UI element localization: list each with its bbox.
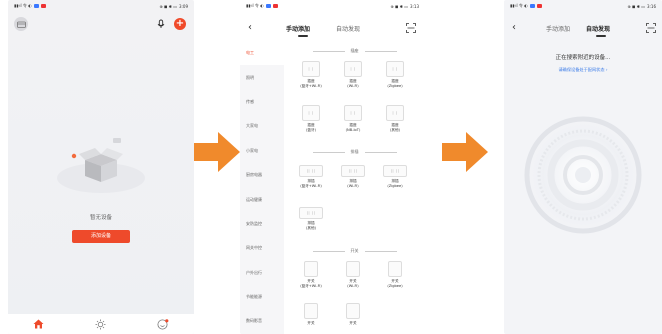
scan-icon[interactable] bbox=[406, 23, 416, 33]
status-time: 3:09 bbox=[179, 3, 188, 9]
status-bar: ▮▮ᐧıl 令 ◐ ⊕ ◼ ✱ ▭ 3:16 bbox=[504, 0, 662, 12]
device-tile[interactable]: 开关 (Wi-Fi) bbox=[333, 261, 373, 288]
mic-icon[interactable] bbox=[156, 19, 166, 29]
section-title-strip: 排插 bbox=[284, 149, 425, 155]
switch-icon bbox=[388, 261, 402, 277]
app-icon bbox=[40, 4, 46, 8]
category-item[interactable]: 传感 bbox=[240, 90, 284, 114]
socket-icon: ⁞ ⁞ bbox=[302, 61, 320, 77]
category-sidebar: 电工 照明 传感 大家电 小家电 厨房电器 运动健康 安防监控 网关中控 户外出… bbox=[240, 41, 284, 334]
pairing-hint-link[interactable]: 请确保设备处于配网状态 › bbox=[504, 67, 662, 73]
device-tile[interactable]: ⁞⁞ ⁞⁞ 排插 (其他) bbox=[291, 207, 331, 230]
tab-indicator bbox=[298, 35, 308, 37]
status-time: 3:16 bbox=[647, 3, 656, 9]
socket-icon: ⁞ ⁞ bbox=[344, 61, 362, 77]
device-grid: 插座 ⁞ ⁞ 插座 (蓝牙+Wi-Fi) ⁞ ⁞ 插座 (Wi-Fi) ⁞ ⁞ 插座 … bbox=[284, 41, 425, 334]
status-icons: ⊕ ◼ ✱ ▭ bbox=[627, 3, 646, 9]
category-item[interactable]: 大家电 bbox=[240, 114, 284, 138]
home-screen: ▮▮ᐧıl 令 ◐ ⊕ ◼ ✱ ▭ 3:09 + 暂无设备 添加设备 bbox=[8, 0, 194, 334]
power-strip-icon: ⁞⁞ ⁞⁞ bbox=[341, 165, 365, 177]
category-item[interactable]: 网关中控 bbox=[240, 236, 284, 260]
category-item[interactable]: 安防监控 bbox=[240, 212, 284, 236]
power-strip-icon: ⁞⁞ ⁞⁞ bbox=[383, 165, 407, 177]
signal-icon: ▮▮ᐧıl 令 ◐ bbox=[14, 3, 32, 8]
device-tile[interactable]: 开关 (蓝牙+Wi-Fi) bbox=[291, 261, 331, 288]
app-icon bbox=[265, 4, 271, 8]
category-item[interactable]: 小家电 bbox=[240, 139, 284, 163]
category-item[interactable]: 运动健康 bbox=[240, 187, 284, 211]
arrow-right-icon bbox=[194, 132, 240, 172]
device-tile[interactable]: ⁞⁞ ⁞⁞ 排插 (Wi-Fi) bbox=[333, 165, 373, 188]
arrow-right-icon bbox=[442, 132, 488, 172]
empty-box-illustration bbox=[57, 138, 145, 193]
tab-indicator bbox=[596, 35, 606, 37]
power-strip-icon: ⁞⁞ ⁞⁞ bbox=[299, 207, 323, 219]
add-device-button[interactable]: 添加设备 bbox=[72, 230, 130, 243]
switch-icon bbox=[346, 303, 360, 319]
switch-icon bbox=[346, 261, 360, 277]
device-tile[interactable]: ⁞ ⁞ 插座 (NB-IoT) bbox=[333, 105, 373, 132]
device-tile[interactable]: 开关 bbox=[291, 303, 331, 326]
tab-auto-discover[interactable]: 自动发现 bbox=[336, 24, 360, 33]
status-icons: ⊕ ◼ ✱ ▭ bbox=[159, 3, 178, 9]
device-tile[interactable]: ⁞ ⁞ 插座 (蓝牙+Wi-Fi) bbox=[291, 61, 331, 88]
signal-icon: ▮▮ᐧıl 令 ◐ bbox=[246, 3, 264, 8]
tab-manual-add[interactable]: 手动添加 bbox=[546, 24, 570, 33]
status-icons: ⊕ ◼ ✱ ▭ bbox=[390, 3, 409, 9]
app-icon bbox=[33, 4, 39, 8]
signal-icon: ▮▮ᐧıl 令 ◐ bbox=[510, 3, 528, 8]
category-item[interactable]: 数码影音 bbox=[240, 309, 284, 333]
device-tile[interactable]: ⁞ ⁞ 插座 (Zigbee) bbox=[375, 61, 415, 88]
status-time: 3:13 bbox=[410, 3, 419, 9]
home-tab-icon[interactable] bbox=[33, 319, 44, 329]
socket-icon: ⁞ ⁞ bbox=[302, 105, 320, 121]
scan-icon[interactable] bbox=[646, 23, 656, 33]
section-title-socket: 插座 bbox=[284, 48, 425, 54]
power-strip-icon: ⁞⁞ ⁞⁞ bbox=[299, 165, 323, 177]
device-tile[interactable]: ⁞ ⁞ 插座 (其他) bbox=[375, 105, 415, 132]
socket-icon: ⁞ ⁞ bbox=[344, 105, 362, 121]
tab-auto-discover[interactable]: 自动发现 bbox=[586, 24, 610, 33]
app-icon bbox=[529, 4, 535, 8]
section-title-switch: 开关 bbox=[284, 248, 425, 254]
switch-icon bbox=[304, 303, 318, 319]
category-item[interactable]: 照明 bbox=[240, 65, 284, 89]
status-bar: ▮▮ᐧıl 令 ◐ ⊕ ◼ ✱ ▭ 3:13 bbox=[240, 0, 425, 12]
device-tile[interactable]: ⁞ ⁞ 插座 (Wi-Fi) bbox=[333, 61, 373, 88]
back-icon[interactable]: ‹ bbox=[512, 22, 516, 33]
socket-icon: ⁞ ⁞ bbox=[386, 61, 404, 77]
back-icon[interactable]: ‹ bbox=[248, 22, 252, 33]
category-item[interactable]: 厨房电器 bbox=[240, 163, 284, 187]
add-device-plus-button[interactable]: + bbox=[174, 18, 186, 30]
app-icon bbox=[272, 4, 278, 8]
status-bar: ▮▮ᐧıl 令 ◐ ⊕ ◼ ✱ ▭ 3:09 bbox=[8, 0, 194, 12]
profile-tab-icon[interactable] bbox=[157, 318, 169, 330]
socket-icon: ⁞ ⁞ bbox=[386, 105, 404, 121]
category-item[interactable]: 户外出行 bbox=[240, 261, 284, 285]
bottom-tab-bar bbox=[8, 314, 194, 334]
device-tile[interactable]: 开关 bbox=[333, 303, 373, 326]
device-tile[interactable]: ⁞⁞ ⁞⁞ 排插 (Zigbee) bbox=[375, 165, 415, 188]
device-tile[interactable]: 开关 (Zigbee) bbox=[375, 261, 415, 288]
radar-scan-icon bbox=[517, 109, 649, 241]
tab-manual-add[interactable]: 手动添加 bbox=[286, 24, 310, 33]
switch-icon bbox=[304, 261, 318, 277]
category-item[interactable]: 节能能源 bbox=[240, 285, 284, 309]
empty-state-text: 暂无设备 bbox=[89, 215, 112, 221]
searching-text: 正在搜索附近的设备... bbox=[555, 55, 611, 61]
manual-add-screen: ▮▮ᐧıl 令 ◐ ⊕ ◼ ✱ ▭ 3:13 ‹ 手动添加 自动发现 电工 照明 … bbox=[240, 0, 425, 334]
device-tile[interactable]: ⁞⁞ ⁞⁞ 排插 (蓝牙+Wi-Fi) bbox=[291, 165, 331, 188]
auto-discover-screen: ▮▮ᐧıl 令 ◐ ⊕ ◼ ✱ ▭ 3:16 ‹ 手动添加 自动发现 正在搜索附近… bbox=[504, 0, 662, 334]
category-item[interactable]: 电工 bbox=[240, 41, 284, 66]
scene-tab-icon[interactable] bbox=[95, 319, 106, 330]
home-avatar-icon[interactable] bbox=[14, 17, 28, 31]
device-tile[interactable]: ⁞ ⁞ 插座 (蓝牙) bbox=[291, 105, 331, 132]
app-icon bbox=[536, 4, 542, 8]
